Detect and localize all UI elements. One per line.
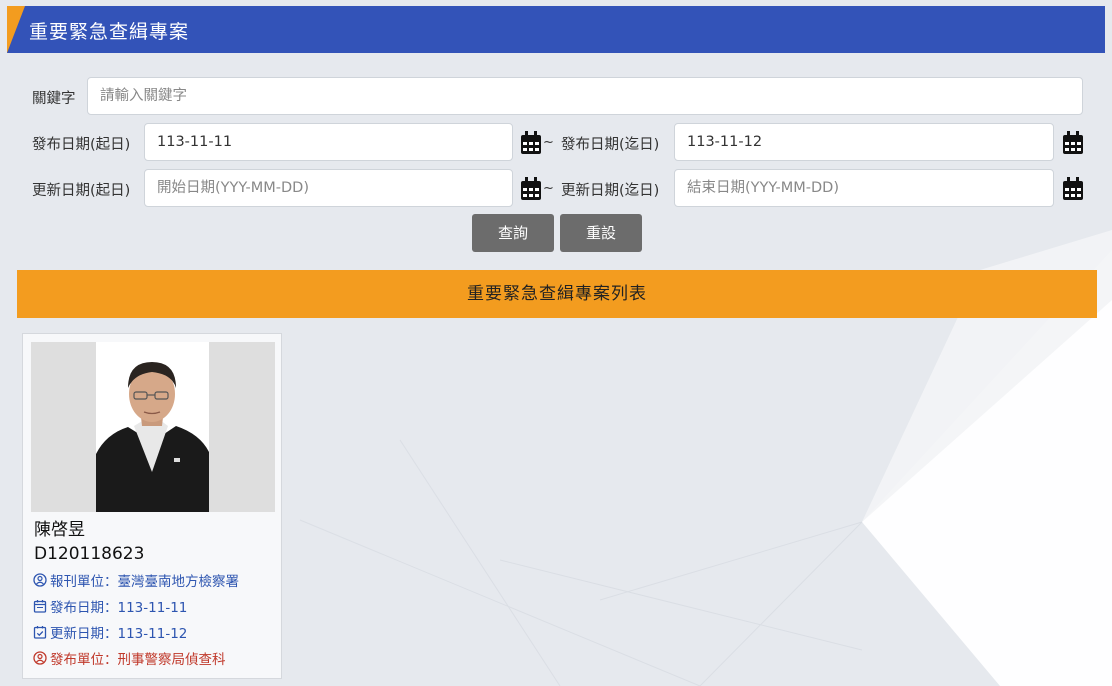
calendar-icon[interactable]	[520, 177, 542, 201]
update-end-label: 更新日期(迄日)	[561, 183, 660, 199]
calendar-outline-icon	[33, 600, 47, 613]
publish-end-date-input[interactable]	[674, 123, 1054, 161]
user-circle-icon	[33, 651, 47, 665]
date-range-separator: ~	[543, 181, 554, 196]
report-unit-row: 報刊單位：臺灣臺南地方檢察署	[33, 571, 239, 590]
publish-start-date-input[interactable]	[144, 123, 513, 161]
keyword-input[interactable]	[87, 77, 1083, 115]
user-circle-icon	[33, 573, 47, 587]
date-range-separator: ~	[543, 135, 554, 150]
suspect-photo	[31, 342, 275, 512]
suspect-portrait	[96, 342, 209, 512]
update-date-text: 更新日期：113-11-12	[50, 626, 188, 642]
calendar-icon[interactable]	[520, 131, 542, 155]
publish-start-label: 發布日期(起日)	[32, 137, 131, 153]
suspect-id-number: D120118623	[34, 544, 145, 564]
report-unit-text: 報刊單位：臺灣臺南地方檢察署	[50, 574, 239, 590]
calendar-check-icon	[33, 626, 47, 639]
publish-date-text: 發布日期：113-11-11	[50, 600, 188, 616]
page-header: 重要緊急查緝專案	[7, 6, 1105, 53]
update-start-label: 更新日期(起日)	[32, 183, 131, 199]
publish-unit-text: 發布單位：刑事警察局偵查科	[50, 652, 226, 668]
update-start-date-input[interactable]	[144, 169, 513, 207]
calendar-icon[interactable]	[1062, 177, 1084, 201]
reset-button[interactable]: 重設	[560, 214, 642, 252]
keyword-label: 關鍵字	[32, 91, 76, 107]
publish-end-label: 發布日期(迄日)	[561, 137, 660, 153]
header-accent-flag	[7, 6, 25, 53]
case-card[interactable]: 陳啓昱 D120118623 報刊單位：臺灣臺南地方檢察署 發布日期：113-1…	[22, 333, 282, 679]
calendar-icon[interactable]	[1062, 131, 1084, 155]
publish-date-row: 發布日期：113-11-11	[33, 597, 188, 616]
suspect-name[interactable]: 陳啓昱	[34, 515, 85, 540]
publish-unit-row: 發布單位：刑事警察局偵查科	[33, 649, 226, 668]
update-end-date-input[interactable]	[674, 169, 1054, 207]
page-title: 重要緊急查緝專案	[29, 21, 190, 43]
list-title-bar: 重要緊急查緝專案列表	[17, 270, 1097, 318]
query-button[interactable]: 查詢	[472, 214, 554, 252]
update-date-row: 更新日期：113-11-12	[33, 623, 188, 642]
